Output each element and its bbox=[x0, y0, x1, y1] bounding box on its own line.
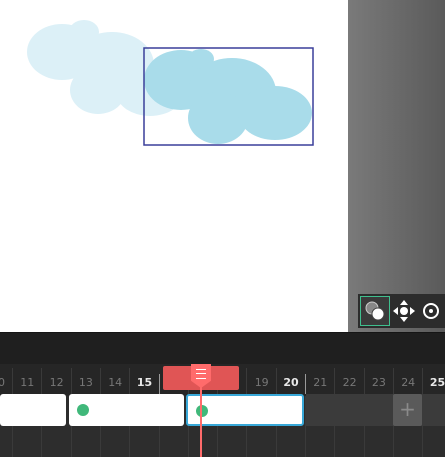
keyframe-dot bbox=[196, 405, 208, 417]
move-button[interactable] bbox=[390, 296, 418, 326]
ruler-tick bbox=[275, 368, 277, 394]
canvas-art bbox=[27, 20, 314, 146]
frame-cell-selected[interactable] bbox=[186, 394, 304, 426]
ruler-tick-label: 21 bbox=[313, 376, 328, 389]
ruler-tick bbox=[41, 368, 43, 394]
stage-gutter bbox=[348, 0, 445, 332]
ruler-tick bbox=[70, 368, 72, 394]
ruler-tick bbox=[158, 374, 160, 394]
ruler-tick bbox=[12, 368, 13, 394]
onion-skin-icon bbox=[365, 301, 385, 321]
empty-frames-area bbox=[306, 394, 445, 426]
grip-icon bbox=[196, 369, 206, 379]
ruler-tick-label: 24 bbox=[401, 376, 416, 389]
add-frame-button[interactable]: + bbox=[393, 394, 422, 426]
ruler-tick-label: 20 bbox=[283, 376, 299, 389]
ruler-tick bbox=[129, 368, 131, 394]
ruler-tick bbox=[363, 368, 365, 394]
ruler-tick-label: 15 bbox=[136, 376, 153, 389]
ruler-tick-label: 25 bbox=[429, 376, 445, 389]
ruler-tick bbox=[392, 368, 394, 394]
ruler-tick-label: 14 bbox=[108, 376, 123, 389]
ruler-tick-label: 23 bbox=[371, 376, 386, 389]
frame-cell[interactable] bbox=[0, 394, 66, 426]
ruler-tick bbox=[246, 368, 248, 394]
ruler-tick bbox=[334, 368, 336, 394]
timeline-toolbar bbox=[0, 332, 445, 365]
ruler-tick-label: 12 bbox=[49, 376, 64, 389]
current-cloud[interactable] bbox=[144, 49, 312, 144]
zoom-button[interactable] bbox=[417, 296, 445, 326]
onion-skin-button[interactable] bbox=[360, 296, 390, 326]
ruler-tick bbox=[422, 368, 424, 394]
ruler-tick-label: 22 bbox=[342, 376, 357, 389]
ruler-tick-label: 11 bbox=[20, 376, 35, 389]
zoom-in-icon bbox=[423, 303, 440, 319]
timeline-panel: 10111213141516171819202122232425 + bbox=[0, 332, 445, 457]
drawing-canvas[interactable] bbox=[0, 0, 348, 332]
ruler-tick-label: 13 bbox=[78, 376, 93, 389]
frame-cell[interactable] bbox=[69, 394, 184, 426]
move-arrows-icon bbox=[392, 300, 415, 322]
ruler-tick bbox=[305, 374, 306, 394]
playhead-line bbox=[200, 384, 202, 457]
stage-tools bbox=[358, 294, 445, 328]
keyframe-dot bbox=[77, 404, 89, 416]
ruler-tick bbox=[99, 368, 101, 394]
ruler-tick-label: 10 bbox=[0, 376, 5, 389]
ruler-tick-label: 19 bbox=[254, 376, 269, 389]
